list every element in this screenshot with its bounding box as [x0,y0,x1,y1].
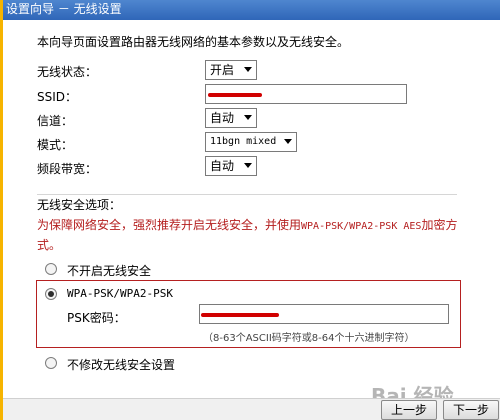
window-title: 设置向导 － 无线设置 [6,2,122,16]
wireless-status-label: 无线状态： [37,65,98,79]
radio-no-security[interactable] [45,263,57,275]
security-warning: 为保障网络安全，强烈推荐开启无线安全，并使用WPA-PSK/WPA2-PSK A… [37,216,467,254]
mode-label: 模式： [37,138,74,152]
wireless-status-select[interactable]: 开启 [205,60,257,80]
radio-keep-security[interactable] [45,357,57,369]
chevron-down-icon [244,115,252,120]
ssid-label: SSID： [37,90,78,104]
next-button[interactable]: 下一步 [443,400,499,420]
warning-text-mono: WPA-PSK/WPA2-PSK AES [301,221,422,232]
window-title-bar: 设置向导 － 无线设置 [0,0,500,20]
option-keep-label: 不修改无线安全设置 [67,358,176,372]
psk-redaction-scribble [201,313,279,317]
warning-text-2: 加密方 [421,218,458,232]
option-no-security-label: 不开启无线安全 [67,264,152,278]
chevron-down-icon [244,163,252,168]
radio-wpa-psk[interactable] [45,288,57,300]
bandwidth-value: 自动 [210,159,235,173]
psk-hint: （8-63个ASCII码字符或8-64个十六进制字符） [203,333,415,344]
mode-value: 11bgn mixed [210,136,277,147]
security-heading: 无线安全选项： [37,198,122,212]
psk-password-label: PSK密码： [67,311,126,325]
chevron-down-icon [244,67,252,72]
chevron-down-icon [284,139,292,144]
section-divider [37,194,457,195]
channel-value: 自动 [210,111,235,125]
channel-select[interactable]: 自动 [205,108,257,128]
title-accent-stripe [0,0,3,20]
ssid-redaction-scribble [208,93,262,97]
wizard-page: 本向导页面设置路由器无线网络的基本参数以及无线安全。 无线状态： 开启 SSID… [0,20,500,420]
wireless-status-value: 开启 [210,63,235,77]
bandwidth-select[interactable]: 自动 [205,156,257,176]
warning-text-1: 为保障网络安全，强烈推荐开启无线安全，并使用 [37,218,302,232]
channel-label: 信道： [37,114,74,128]
mode-select[interactable]: 11bgn mixed [205,132,297,152]
option-wpa-label: WPA-PSK/WPA2-PSK [67,287,173,300]
bandwidth-label: 频段带宽： [37,162,98,176]
intro-text: 本向导页面设置路由器无线网络的基本参数以及无线安全。 [37,35,350,49]
prev-button[interactable]: 上一步 [381,400,437,420]
warning-text-3: 式。 [37,238,62,252]
